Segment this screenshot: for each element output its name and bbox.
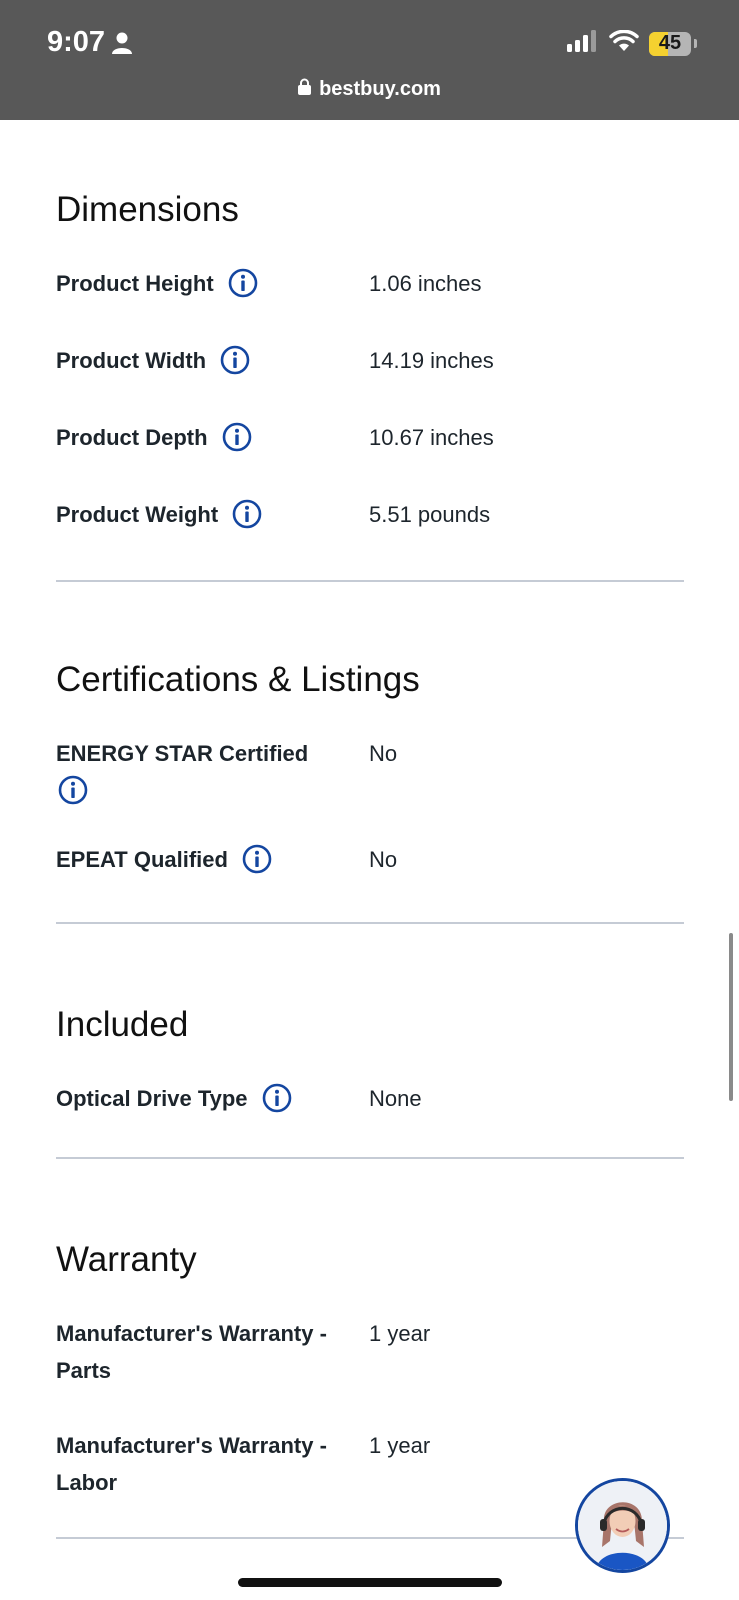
scrollbar-thumb[interactable] (729, 933, 733, 1101)
info-icon[interactable] (262, 1083, 292, 1113)
spec-value: No (369, 847, 398, 872)
browser-status-bar: 9:07 45 bestbuy.com (0, 0, 739, 120)
spec-label: Optical Drive Type (56, 1080, 356, 1117)
section-title-included: Included (56, 1005, 189, 1044)
spec-label: Manufacturer's Warranty - Labor (56, 1433, 327, 1495)
info-icon[interactable] (58, 775, 88, 805)
battery-level: 45 (658, 32, 682, 54)
info-icon[interactable] (220, 345, 250, 375)
spec-value: 1.06 inches (369, 271, 482, 296)
chat-agent-avatar[interactable] (575, 1478, 670, 1573)
spec-label: Product Height (56, 265, 356, 302)
spec-label: Product Weight (56, 496, 356, 533)
battery-indicator: 45 (649, 31, 691, 56)
section-divider (56, 922, 684, 924)
spec-value: 5.51 pounds (369, 502, 491, 527)
spec-value: No (369, 741, 398, 766)
info-icon[interactable] (232, 499, 262, 529)
spec-label: ENERGY STAR Certified (56, 735, 336, 809)
info-icon[interactable] (222, 422, 252, 452)
section-title-certifications: Certifications & Listings (56, 660, 420, 699)
spec-value: 1 year (369, 1433, 431, 1458)
section-divider (56, 580, 684, 582)
spec-label: Manufacturer's Warranty - Parts (56, 1321, 327, 1383)
spec-value: None (369, 1086, 422, 1111)
info-icon[interactable] (228, 268, 258, 298)
cellular-signal-icon (567, 30, 599, 57)
home-indicator[interactable] (238, 1578, 502, 1587)
address-bar[interactable]: bestbuy.com (0, 78, 739, 101)
info-icon[interactable] (242, 844, 272, 874)
person-icon (112, 32, 133, 54)
spec-value: 1 year (369, 1321, 431, 1346)
url-text: bestbuy.com (319, 78, 441, 100)
wifi-icon (609, 29, 639, 57)
battery-tip (694, 39, 697, 48)
agent-portrait-icon (578, 1481, 667, 1570)
spec-value: 10.67 inches (369, 425, 494, 450)
time-text: 9:07 (47, 26, 106, 58)
lock-icon (298, 78, 312, 101)
system-icons: 45 (567, 29, 697, 57)
section-title-warranty: Warranty (56, 1240, 197, 1279)
spec-value: 14.19 inches (369, 348, 494, 373)
spec-label: EPEAT Qualified (56, 841, 356, 878)
spec-label: Product Depth (56, 419, 356, 456)
clock: 9:07 (47, 26, 133, 59)
section-title-dimensions: Dimensions (56, 190, 239, 229)
section-divider (56, 1157, 684, 1159)
spec-label: Product Width (56, 342, 356, 379)
